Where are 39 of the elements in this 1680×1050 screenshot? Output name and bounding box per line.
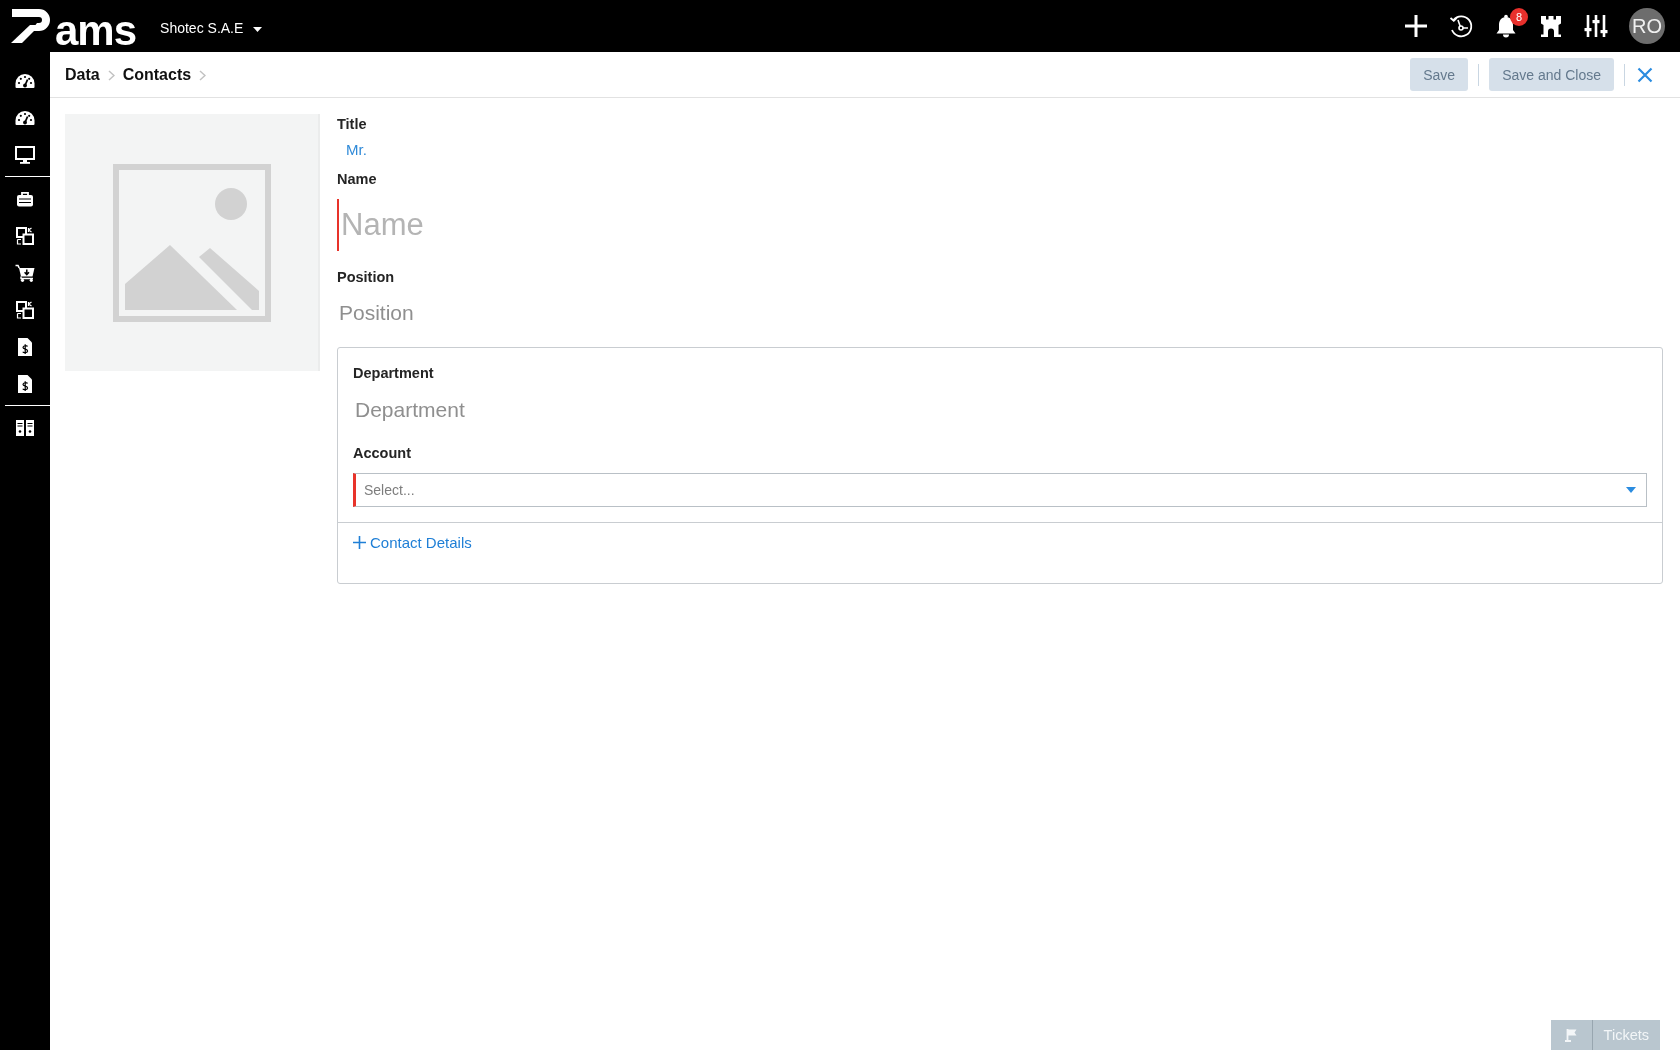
plus-icon[interactable] — [1403, 13, 1429, 39]
field-label: Title — [337, 115, 367, 134]
select-field[interactable]: Select... — [353, 473, 1647, 507]
squares-icon[interactable] — [16, 226, 34, 245]
flag-icon — [1564, 1028, 1579, 1042]
logo-text: ams — [55, 16, 137, 46]
history-icon[interactable] — [1448, 13, 1474, 39]
dollar-document-icon[interactable] — [17, 373, 33, 394]
text-input[interactable]: Department — [353, 393, 653, 427]
notification-badge: 8 — [1510, 8, 1528, 26]
caret-icon — [253, 27, 263, 32]
caret-icon — [1626, 487, 1636, 493]
dollar-document-icon[interactable] — [17, 336, 33, 357]
field-label: Position — [337, 268, 395, 287]
breadcrumb-link[interactable]: Contacts — [122, 65, 192, 84]
sliders-icon[interactable] — [1583, 13, 1609, 39]
title-selector[interactable]: Mr. — [337, 140, 367, 160]
monitor-icon[interactable] — [15, 145, 35, 164]
chevron-right-icon — [199, 69, 207, 81]
chevron-right-icon — [107, 69, 115, 81]
squares-icon[interactable] — [16, 300, 34, 319]
cabinet-icon[interactable] — [15, 418, 35, 437]
castle-icon[interactable] — [1538, 13, 1564, 39]
company-dropdown[interactable]: Shotec S.A.E — [160, 20, 263, 36]
user-avatar[interactable]: RO — [1629, 8, 1665, 44]
close-icon[interactable] — [1637, 66, 1653, 83]
gauge-icon[interactable] — [15, 109, 35, 126]
field-label: Name — [337, 170, 377, 189]
briefcase-icon[interactable] — [16, 190, 34, 207]
text-input[interactable]: Position — [337, 296, 637, 330]
field-label: Account — [353, 444, 411, 463]
plus-icon — [353, 535, 366, 549]
image-icon — [112, 163, 271, 322]
field-label: Department — [353, 364, 434, 383]
text-input[interactable]: Name — [337, 199, 637, 251]
breadcrumb-link[interactable]: Data — [65, 65, 100, 84]
add-contact-details-link[interactable]: Contact Details — [353, 533, 472, 553]
gauge-icon[interactable] — [15, 72, 35, 89]
cart-icon[interactable] — [15, 263, 35, 282]
